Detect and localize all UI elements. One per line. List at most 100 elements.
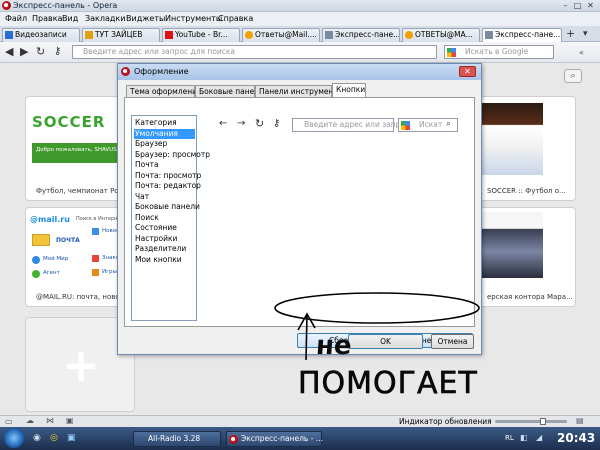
list-item[interactable]: Чат [134,192,195,203]
list-item[interactable]: Почта: просмотр [134,171,201,182]
back-icon[interactable]: ◀ [5,46,13,58]
wand-key-icon[interactable]: ⚷ [54,46,61,58]
list-item[interactable]: Мои кнопки [134,255,195,266]
close-window-button[interactable]: ✕ [585,1,596,10]
envelope-icon [32,234,50,246]
maximize-button[interactable]: □ [572,1,583,10]
taskbar-app-label: All-Radio 3.28 [148,434,201,443]
tile-caption: ерская контора Мара... [487,293,573,301]
category-list[interactable]: Категория Умолчания Браузер Браузер: про… [131,115,210,321]
tab-zaitsev[interactable]: ТУТ ЗАЙЦЕВ [82,28,160,42]
tab-label: Экспресс-пане... [495,30,561,39]
list-item[interactable]: Категория [134,118,195,129]
forward-icon[interactable]: → [237,118,245,129]
preview-address-field[interactable]: Введите адрес или запро [292,118,405,132]
dating-icon [92,255,99,262]
tab-label: Ответы@Mail.... [255,30,317,39]
zoom-slider[interactable] [495,420,567,423]
quick-launch-icon-3[interactable]: ▣ [67,433,76,443]
start-button[interactable] [4,428,24,448]
language-indicator[interactable]: RL [505,434,514,442]
search-field[interactable]: Искать в Google [444,45,554,59]
forward-icon[interactable]: ▶ [20,46,28,58]
opera-logo-icon [2,1,11,10]
tab-buttons[interactable]: Кнопки [332,83,366,98]
list-item[interactable]: Браузер [134,139,195,150]
address-field[interactable]: Введите адрес или запрос для поиска [72,45,437,59]
agent-link: Агент [43,270,60,276]
taskbar-app-opera[interactable]: Экспресс-панель - ... [226,431,323,447]
tile-banner: Добро пожаловать, SHAVUSH [32,143,130,163]
list-item[interactable]: Почта [134,160,195,171]
menu-help[interactable]: Справка [218,14,253,23]
annotation-text-line1: не [314,331,353,361]
panel-toggle-icon[interactable]: ▭ [5,417,13,426]
tile-thumbnail: SOCCER Добро пожаловать, SHAVUSH [32,103,130,163]
preview-search-field[interactable]: Искат ⌕ [398,118,458,132]
my-world-link: Мой Мир [43,256,69,262]
tile-caption: SOCCER :: Футбол о... [487,187,566,195]
new-tab-button[interactable]: + [566,28,575,40]
soccer-logo: SOCCER [32,113,106,131]
menu-file[interactable]: Файл [5,14,27,23]
window-titlebar: Экспресс-панель - Opera – □ ✕ [0,0,600,12]
my-world-icon [32,256,40,264]
search-placeholder: Искать в Google [465,47,529,56]
tab-otvety-mail[interactable]: Ответы@Mail.... [242,28,320,42]
annotation-circle [274,292,480,361]
list-item[interactable]: Почта: редактор [134,181,201,192]
wand-key-icon[interactable]: ⚷ [273,118,280,129]
mail-link: ПОЧТА [56,237,80,244]
page-favicon-icon [5,31,13,39]
list-item-selected[interactable]: Умолчания [134,128,195,139]
google-icon [401,121,410,130]
tab-list-icon[interactable]: ▾ [583,29,588,39]
youtube-favicon-icon [165,31,173,39]
mail-favicon-icon [245,31,253,39]
taskbar-app-label: Экспресс-панель - ... [241,434,323,443]
menu-chevron-icon[interactable]: « [579,47,584,59]
quick-launch-icon-1[interactable]: ◉ [33,433,41,443]
view-icon[interactable]: ▤ [576,416,584,425]
share-icon[interactable]: ⋈ [46,416,54,425]
list-item[interactable]: Разделители [134,244,195,255]
tab-videos[interactable]: Видеозаписи [2,28,80,42]
list-item[interactable]: Браузер: просмотр [134,150,210,161]
search-speed-dial-icon[interactable]: ⌕ [564,69,582,83]
mailru-logo: @mail.ru [30,215,70,224]
back-icon[interactable]: ← [219,118,227,129]
tab-speed-dial-active[interactable]: Экспресс-пане... [482,28,562,42]
plus-icon: + [61,338,101,392]
tab-label: ТУТ ЗАЙЦЕВ [95,30,143,39]
google-icon[interactable] [447,48,456,57]
list-item[interactable]: Боковые панели [134,202,200,213]
menu-widgets[interactable]: Виджеты [126,14,165,23]
reload-icon[interactable]: ↻ [255,117,264,130]
tray-network-icon[interactable]: ◧ [520,433,528,442]
zoom-slider-handle[interactable] [540,418,546,425]
dialog-close-button[interactable]: ✕ [459,66,476,77]
list-item[interactable]: Поиск [134,213,195,224]
reload-icon[interactable]: ↻ [36,46,45,58]
tab-otvety-mail-2[interactable]: ОТВЕТЫ@МА... [402,28,480,42]
speed-dial-tile-soccer-2[interactable]: SOCCER :: Футбол о... [466,96,576,201]
images-icon[interactable]: ▣ [66,416,74,425]
clock: 20:43 [557,431,596,445]
minimize-button[interactable]: – [560,1,571,10]
tile-thumbnail [481,103,543,175]
menu-view[interactable]: Вид [62,14,78,23]
menu-bar: Файл Правка Вид Закладки Виджеты Инструм… [0,12,600,26]
list-item[interactable]: Настройки [134,234,195,245]
menu-bookmarks[interactable]: Закладки [85,14,125,23]
menu-tools[interactable]: Инструменты [165,14,222,23]
tab-youtube[interactable]: YouTube - Br... [162,28,240,42]
menu-edit[interactable]: Правка [32,14,62,23]
quick-launch-icon-2[interactable]: ◎ [50,433,58,443]
preview-address-placeholder: Введите адрес или запро [304,120,406,129]
list-item[interactable]: Состояние [134,223,195,234]
tray-volume-icon[interactable]: ◢ [536,433,542,442]
cloud-icon[interactable]: ☁ [26,416,34,425]
taskbar-app-allradio[interactable]: All-Radio 3.28 [133,431,221,447]
tab-speed-dial-1[interactable]: Экспресс-пане... [322,28,400,42]
games-link: Игры [102,269,117,275]
